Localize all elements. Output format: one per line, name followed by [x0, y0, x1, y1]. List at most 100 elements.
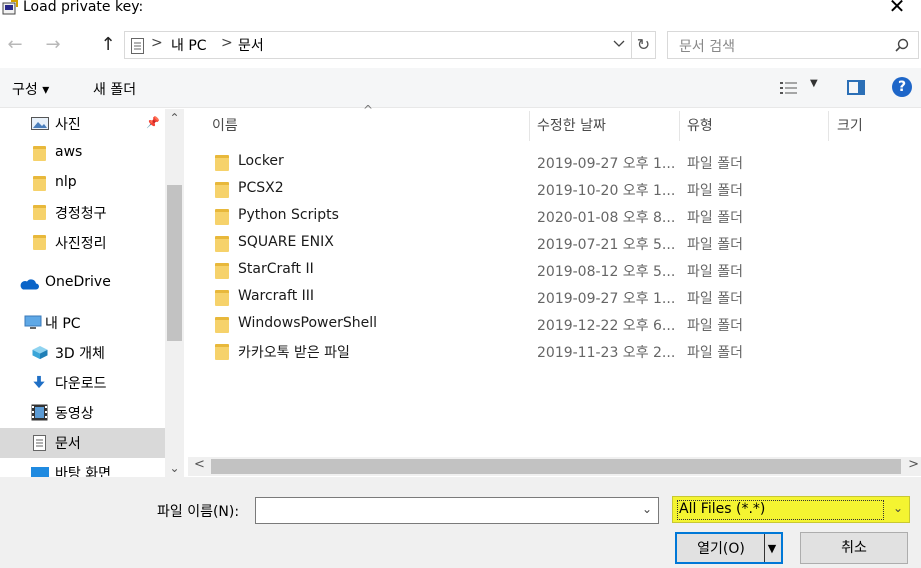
file-modified: 2019-09-27 오후 1... [537, 156, 676, 172]
scroll-down-icon[interactable]: ⌄ [165, 461, 184, 475]
sidebar-item-label: 사진 [55, 117, 81, 133]
video-icon [31, 404, 48, 421]
sidebar-item-pictures[interactable]: 사진 📌 [0, 109, 165, 139]
file-type: 파일 폴더 [687, 156, 743, 172]
column-header-size[interactable]: 크기 [837, 115, 863, 135]
download-icon [33, 375, 45, 389]
up-button[interactable]: ↑ [97, 34, 119, 56]
sidebar-item-label: 다운로드 [55, 376, 107, 392]
horizontal-scrollbar[interactable]: < > [188, 457, 921, 476]
file-row[interactable]: PCSX2 2019-10-20 오후 1... 파일 폴더 [212, 176, 912, 203]
search-icon [895, 38, 909, 52]
file-type: 파일 폴더 [687, 291, 743, 307]
navigation-bar: ← → ↑ > 내 PC > 문서 ↻ 문서 검색 [0, 28, 921, 64]
breadcrumb-this-pc[interactable]: 내 PC [171, 35, 207, 55]
putty-key-icon [2, 0, 18, 15]
file-type: 파일 폴더 [687, 210, 743, 226]
folder-icon [33, 235, 46, 250]
column-header-modified[interactable]: 수정한 날짜 [537, 115, 606, 135]
sidebar-item-videos[interactable]: 동영상 [0, 398, 165, 428]
file-name: Locker [238, 153, 284, 169]
desktop-icon [31, 467, 49, 477]
document-icon [131, 38, 144, 54]
sidebar-item-tax-refund[interactable]: 경정청구 [0, 198, 165, 228]
chevron-down-icon[interactable]: ⌄ [642, 502, 652, 516]
folder-icon [33, 176, 46, 191]
column-divider[interactable] [529, 111, 530, 141]
scrollbar-thumb[interactable] [211, 459, 901, 474]
pin-icon[interactable]: 📌 [146, 116, 160, 129]
folder-icon [215, 290, 229, 306]
sidebar-scrollbar[interactable]: ⌃ ⌄ [165, 109, 184, 477]
file-modified: 2020-01-08 오후 8... [537, 210, 676, 226]
file-modified: 2019-09-27 오후 1... [537, 291, 676, 307]
close-button[interactable]: ✕ [887, 0, 907, 16]
refresh-button[interactable]: ↻ [632, 31, 656, 59]
file-modified: 2019-12-22 오후 6... [537, 318, 676, 334]
breadcrumb-separator: > [151, 35, 163, 51]
file-name: StarCraft II [238, 261, 314, 277]
new-folder-button[interactable]: 새 폴더 [93, 79, 136, 99]
address-bar[interactable]: > 내 PC > 문서 [124, 31, 632, 59]
sidebar-item-documents[interactable]: 문서 [0, 428, 165, 458]
file-row[interactable]: Python Scripts 2020-01-08 오후 8... 파일 폴더 [212, 203, 912, 230]
scrollbar-thumb[interactable] [167, 185, 182, 341]
chevron-down-icon[interactable] [613, 37, 625, 49]
help-button[interactable]: ? [892, 77, 912, 97]
file-row[interactable]: StarCraft II 2019-08-12 오후 5... 파일 폴더 [212, 257, 912, 284]
sidebar-item-this-pc[interactable]: 내 PC [0, 308, 165, 338]
column-divider[interactable] [679, 111, 680, 141]
sidebar-item-label: 내 PC [45, 316, 81, 332]
sidebar-item-label: 사진정리 [55, 236, 107, 252]
file-type-filter-value: All Files (*.*) [679, 501, 766, 517]
file-row[interactable]: SQUARE ENIX 2019-07-21 오후 5... 파일 폴더 [212, 230, 912, 257]
command-bar: 구성 ▾ 새 폴더 ▼ ? [0, 68, 921, 108]
file-row[interactable]: Warcraft III 2019-09-27 오후 1... 파일 폴더 [212, 284, 912, 311]
scroll-left-icon[interactable]: < [194, 457, 205, 472]
back-button[interactable]: ← [4, 34, 26, 56]
sidebar-item-onedrive[interactable]: OneDrive [0, 269, 165, 299]
sidebar-item-label: 바탕 화면 [55, 466, 111, 477]
file-row[interactable]: Locker 2019-09-27 오후 1... 파일 폴더 [212, 149, 912, 176]
file-type: 파일 폴더 [687, 318, 743, 334]
view-details-icon[interactable] [780, 81, 798, 95]
breadcrumb-documents[interactable]: 문서 [238, 35, 264, 55]
organize-button[interactable]: 구성 ▾ [12, 79, 49, 99]
sidebar-item-label: aws [55, 144, 83, 160]
dialog-footer: 파일 이름(N): ⌄ All Files (*.*) ⌄ 열기(O) ▼ 취소 [0, 477, 921, 568]
file-row[interactable]: 카카오톡 받은 파일 2019-11-23 오후 2... 파일 폴더 [212, 338, 912, 365]
sidebar-item-photo-cleanup[interactable]: 사진정리 [0, 228, 165, 258]
open-dropdown-icon[interactable]: ▼ [765, 534, 779, 564]
sidebar-item-desktop[interactable]: 바탕 화면 [0, 458, 165, 477]
filename-input[interactable]: ⌄ [255, 497, 659, 524]
view-dropdown-icon[interactable]: ▼ [810, 78, 818, 89]
sidebar-item-3d-objects[interactable]: 3D 개체 [0, 338, 165, 368]
folder-icon [215, 182, 229, 198]
column-header-type[interactable]: 유형 [687, 115, 713, 135]
column-header-name[interactable]: 이름 [212, 115, 238, 135]
folder-icon [33, 146, 46, 161]
forward-button[interactable]: → [42, 34, 64, 56]
navigation-pane: 사진 📌 aws nlp 경정청구 사진정리 OneDrive 내 PC 3D … [0, 109, 185, 477]
file-row[interactable]: WindowsPowerShell 2019-12-22 오후 6... 파일 … [212, 311, 912, 338]
sidebar-item-nlp[interactable]: nlp [0, 169, 165, 199]
file-type-filter[interactable]: All Files (*.*) ⌄ [672, 496, 910, 523]
file-name: PCSX2 [238, 180, 284, 196]
sidebar-item-aws[interactable]: aws [0, 139, 165, 169]
open-button-label: 열기(O) [697, 541, 745, 557]
sidebar-item-downloads[interactable]: 다운로드 [0, 368, 165, 398]
folder-icon [215, 344, 229, 360]
open-button[interactable]: 열기(O) ▼ [675, 532, 783, 564]
sidebar-item-label: 경정청구 [55, 206, 107, 222]
folder-icon [215, 155, 229, 171]
file-name: WindowsPowerShell [238, 315, 377, 331]
file-type: 파일 폴더 [687, 345, 743, 361]
chevron-down-icon[interactable]: ⌄ [893, 501, 903, 515]
search-box[interactable]: 문서 검색 [667, 31, 919, 59]
column-divider[interactable] [828, 111, 829, 141]
scroll-up-icon[interactable]: ⌃ [165, 111, 184, 125]
preview-pane-icon[interactable] [847, 80, 865, 95]
cancel-button[interactable]: 취소 [800, 532, 908, 564]
file-type: 파일 폴더 [687, 183, 743, 199]
scroll-right-icon[interactable]: > [908, 457, 919, 472]
